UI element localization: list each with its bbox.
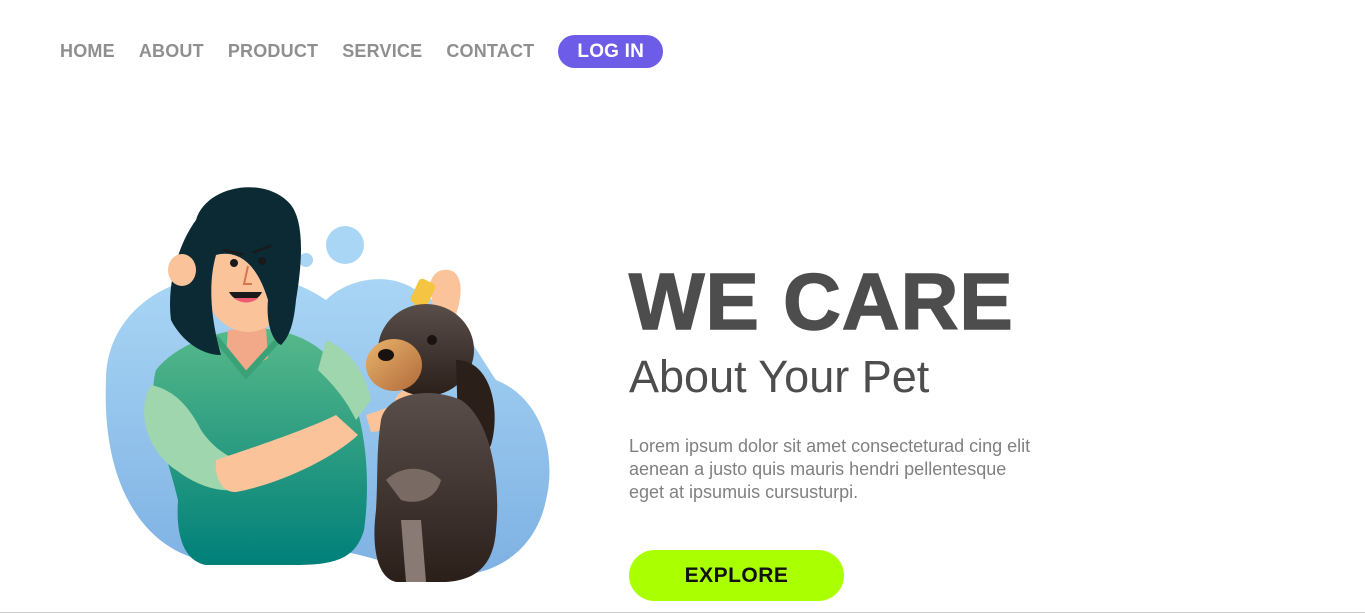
explore-button[interactable]: EXPLORE [629,550,844,601]
hero-title: WE CARE [628,257,1014,346]
main-nav: HOME ABOUT PRODUCT SERVICE CONTACT LOG I… [60,35,687,68]
landing-page: HOME ABOUT PRODUCT SERVICE CONTACT LOG I… [0,0,1365,613]
nav-product-link[interactable]: PRODUCT [228,35,318,68]
nav-about-link[interactable]: ABOUT [139,35,204,68]
nav-home-link[interactable]: HOME [60,35,115,68]
nav-service-link[interactable]: SERVICE [342,35,422,68]
hero-subtitle: About Your Pet [629,351,930,402]
login-button[interactable]: LOG IN [558,35,664,68]
hero-description: Lorem ipsum dolor sit amet consecteturad… [629,436,1031,502]
hero-section: WE CARE About Your Pet Lorem ipsum dolor… [628,257,1109,504]
vet-with-dog-illustration [96,180,558,585]
nav-contact-link[interactable]: CONTACT [446,35,534,68]
